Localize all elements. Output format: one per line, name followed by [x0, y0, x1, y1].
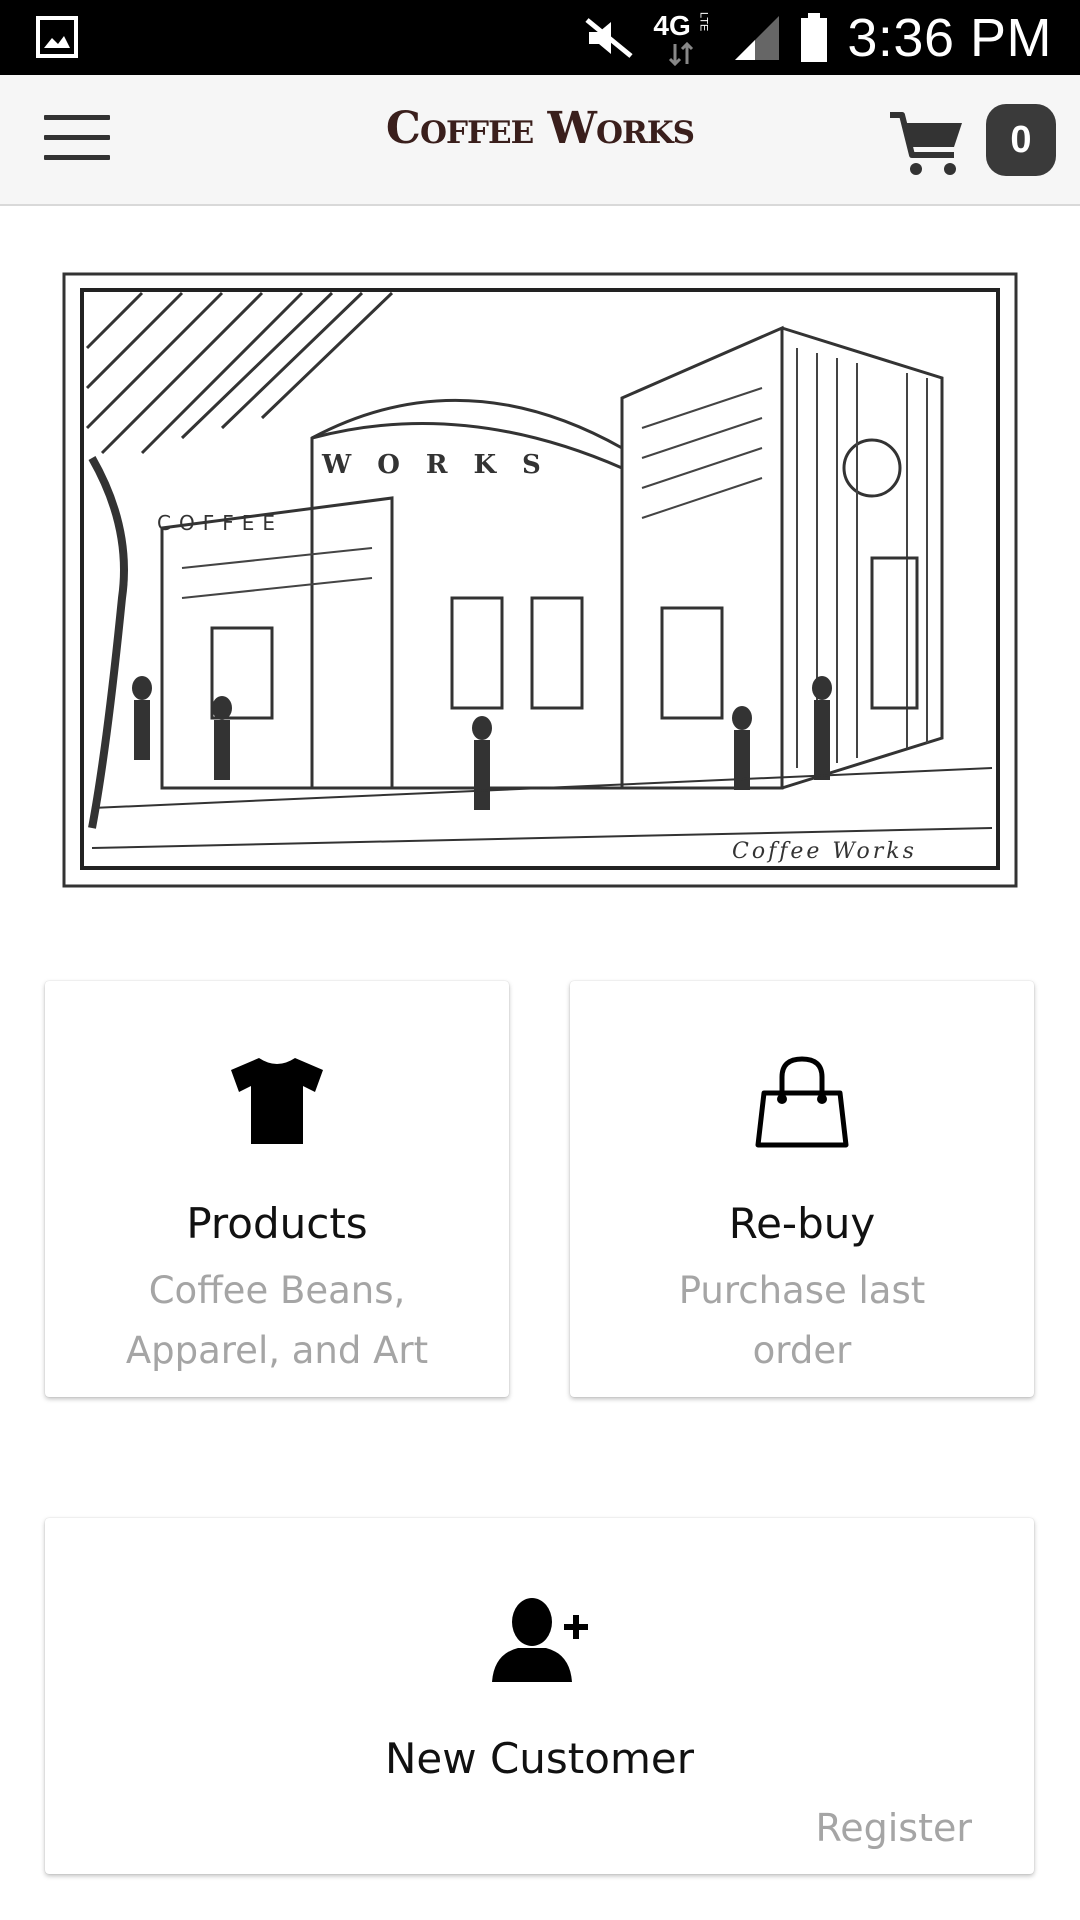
new-customer-title: New Customer: [385, 1734, 694, 1783]
shopping-bag-icon: [755, 1056, 849, 1148]
status-bar: 4G LTE 3:36 PM: [0, 0, 1080, 75]
arch-sign-text: WORKS: [321, 450, 567, 480]
register-link[interactable]: Register: [816, 1806, 972, 1850]
battery-icon: [801, 12, 828, 62]
tshirt-icon: [231, 1058, 323, 1144]
hamburger-line: [44, 155, 110, 160]
signal-icon: [735, 15, 780, 60]
products-subtitle: Coffee Beans, Apparel, and Art: [85, 1261, 469, 1381]
data-arrows-icon: [669, 41, 694, 66]
add-user-icon: [491, 1598, 588, 1682]
rebuy-subtitle-line2: order: [752, 1329, 852, 1372]
gallery-notification-icon: [36, 16, 78, 58]
cart-count-badge[interactable]: 0: [986, 104, 1056, 176]
sketch-signature: Coffee Works: [732, 839, 917, 864]
rebuy-subtitle-line1: Purchase last: [678, 1269, 926, 1312]
products-subtitle-line2: Apparel, and Art: [125, 1329, 429, 1372]
awning-sign-text: COFFEE: [157, 511, 283, 535]
clock: 3:36 PM: [847, 7, 1052, 68]
products-subtitle-line1: Coffee Beans,: [148, 1269, 406, 1312]
products-title: Products: [186, 1199, 368, 1248]
rebuy-card[interactable]: Re-buy Purchase last order: [570, 981, 1034, 1397]
cart-icon[interactable]: [888, 109, 968, 181]
storefront-sketch-image: WORKS COFFEE Coffee Works: [62, 272, 1018, 888]
rebuy-subtitle: Purchase last order: [610, 1261, 994, 1381]
new-customer-card[interactable]: New Customer Register: [45, 1518, 1034, 1874]
network-indicator: 4G LTE: [653, 8, 715, 68]
mute-icon: [585, 17, 633, 58]
app-bar: Coffee Works 0: [0, 75, 1080, 206]
rebuy-title: Re-buy: [728, 1199, 876, 1248]
products-card[interactable]: Products Coffee Beans, Apparel, and Art: [45, 981, 509, 1397]
